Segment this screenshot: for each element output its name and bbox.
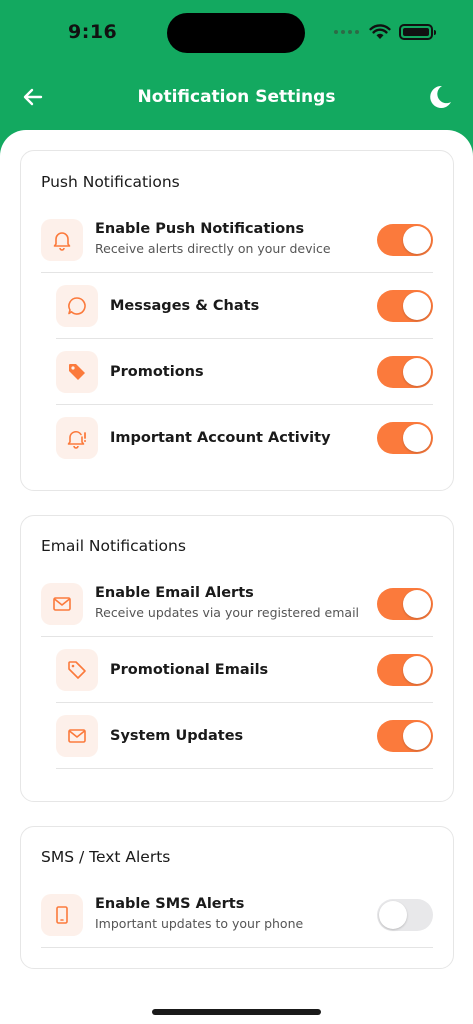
- tag-outline-icon: [68, 661, 86, 679]
- row-text: Messages & Chats: [110, 273, 259, 339]
- account-activity-toggle[interactable]: [377, 422, 433, 454]
- divider: [41, 947, 433, 948]
- row-text: Enable SMS Alerts Important updates to y…: [95, 896, 303, 931]
- moon-icon: [430, 85, 451, 108]
- divider: [56, 768, 433, 769]
- row-label: Promotional Emails: [110, 662, 269, 678]
- row-text: Important Account Activity: [110, 405, 331, 471]
- row-label: Important Account Activity: [110, 430, 331, 446]
- row-text: Promotional Emails: [110, 637, 268, 703]
- content-sheet: Push Notifications Enable Push Notificat…: [0, 130, 473, 1024]
- mail-icon: [68, 729, 86, 743]
- setting-row-system-updates: System Updates: [56, 703, 433, 769]
- messages-toggle[interactable]: [377, 290, 433, 322]
- dynamic-island: [167, 13, 305, 53]
- row-text: Promotions: [110, 339, 204, 405]
- home-indicator: [152, 1009, 321, 1015]
- row-label: Promotions: [110, 364, 204, 380]
- row-icon: [41, 219, 83, 261]
- row-label: Enable Email Alerts: [95, 585, 254, 601]
- enable-sms-toggle[interactable]: [377, 899, 433, 931]
- theme-toggle-button[interactable]: [425, 83, 453, 111]
- section-title: Email Notifications: [41, 537, 186, 555]
- bell-icon: [53, 232, 71, 251]
- setting-row-enable-push: Enable Push Notifications Receive alerts…: [41, 207, 433, 273]
- setting-row-promotional-emails: Promotional Emails: [56, 637, 433, 703]
- tag-icon: [69, 364, 85, 380]
- status-time: 9:16: [68, 21, 118, 43]
- row-description: Important updates to your phone: [95, 916, 304, 931]
- row-icon: [56, 351, 98, 393]
- section-title: Push Notifications: [41, 173, 180, 191]
- push-notifications-card: Push Notifications Enable Push Notificat…: [20, 150, 454, 491]
- section-title: SMS / Text Alerts: [41, 848, 171, 866]
- row-label: Enable Push Notifications: [95, 221, 305, 237]
- row-text: Enable Push Notifications Receive alerts…: [95, 221, 331, 256]
- row-text: System Updates: [110, 703, 243, 769]
- setting-row-enable-sms: Enable SMS Alerts Important updates to y…: [41, 882, 433, 948]
- page-title: Notification Settings: [137, 87, 336, 107]
- status-icons: [334, 22, 436, 42]
- wifi-icon: [369, 24, 391, 39]
- phone-icon: [56, 906, 68, 924]
- setting-row-messages: Messages & Chats: [56, 273, 433, 339]
- row-label: System Updates: [110, 728, 244, 744]
- row-icon: [56, 417, 98, 459]
- setting-row-account-activity: Important Account Activity: [56, 405, 433, 471]
- row-label: Messages & Chats: [110, 298, 260, 314]
- row-icon: [41, 583, 83, 625]
- enable-email-toggle[interactable]: [377, 588, 433, 620]
- status-bar: 9:16: [0, 0, 473, 64]
- system-updates-toggle[interactable]: [377, 720, 433, 752]
- row-icon: [56, 285, 98, 327]
- row-label: Enable SMS Alerts: [95, 896, 245, 912]
- row-text: Enable Email Alerts Receive updates via …: [95, 585, 359, 620]
- sms-alerts-card: SMS / Text Alerts Enable SMS Alerts Impo…: [20, 826, 454, 969]
- app-bar: Notification Settings: [0, 64, 473, 132]
- chat-bubble-icon: [68, 297, 86, 315]
- promotional-emails-toggle[interactable]: [377, 654, 433, 686]
- enable-push-toggle[interactable]: [377, 224, 433, 256]
- row-description: Receive updates via your registered emai…: [95, 605, 360, 620]
- row-icon: [56, 715, 98, 757]
- setting-row-promotions: Promotions: [56, 339, 433, 405]
- email-notifications-card: Email Notifications Enable Email Alerts …: [20, 515, 454, 802]
- mail-icon: [53, 597, 71, 611]
- row-icon: [56, 649, 98, 691]
- alert-bell-icon: [67, 430, 86, 449]
- signal-icon: [334, 30, 359, 34]
- setting-row-enable-email: Enable Email Alerts Receive updates via …: [41, 571, 433, 637]
- battery-icon: [399, 24, 436, 40]
- row-description: Receive alerts directly on your device: [95, 241, 331, 256]
- row-icon: [41, 894, 83, 936]
- promotions-toggle[interactable]: [377, 356, 433, 388]
